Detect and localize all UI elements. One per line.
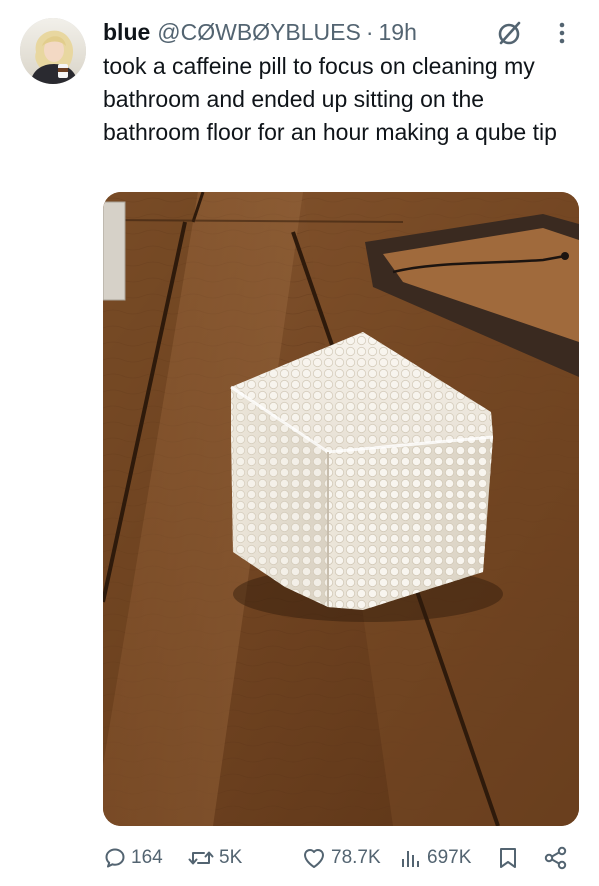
share-icon	[544, 846, 567, 870]
tweet-timestamp[interactable]: 19h	[379, 19, 417, 46]
retweet-button[interactable]: 5K	[187, 838, 242, 878]
views-button[interactable]: 697K	[399, 838, 471, 878]
tweet-photo[interactable]	[103, 192, 579, 826]
views-count: 697K	[427, 847, 472, 868]
more-vertical-icon[interactable]	[555, 20, 569, 46]
retweet-count: 5K	[219, 847, 243, 868]
reply-count: 164	[131, 847, 163, 868]
reply-button[interactable]: 164	[103, 838, 163, 878]
views-chart-icon	[402, 851, 419, 867]
photo-image	[103, 192, 579, 826]
bookmark-button[interactable]	[497, 838, 519, 878]
avatar-image	[20, 18, 86, 84]
avatar[interactable]	[20, 18, 86, 84]
heart-icon	[304, 849, 324, 868]
tweet[interactable]: blue @CØWBØYBLUES · 19h took a caffeine …	[0, 0, 599, 886]
like-button[interactable]: 78.7K	[301, 838, 381, 878]
tweet-text: took a caffeine pill to focus on cleanin…	[103, 53, 557, 145]
author-handle[interactable]: @CØWBØYBLUES	[157, 19, 361, 46]
author-display-name[interactable]: blue	[103, 19, 150, 46]
crossed-circle-icon	[497, 20, 523, 46]
separator-dot: ·	[365, 18, 374, 45]
tweet-actions-bar: 164 5K 78.7K 697K	[103, 838, 587, 878]
retweet-icon	[188, 851, 214, 865]
share-button[interactable]	[543, 838, 569, 878]
bookmark-icon	[500, 848, 516, 868]
reply-icon	[105, 848, 125, 868]
tweet-header: blue @CØWBØYBLUES · 19h	[103, 16, 417, 48]
like-count: 78.7K	[331, 847, 381, 868]
